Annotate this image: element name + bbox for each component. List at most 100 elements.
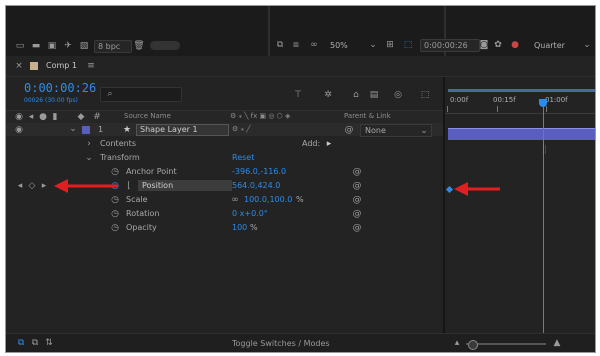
layer-label-color[interactable] <box>82 126 90 134</box>
transform-row[interactable]: ⌄ Transform Reset <box>6 151 443 164</box>
rotation-stopwatch-icon[interactable]: ◷ <box>110 208 120 219</box>
transfer-controls-icon[interactable]: ⧉ <box>30 338 40 348</box>
zoom-out-icon[interactable]: ▴ <box>452 338 462 348</box>
transform-label: Transform <box>100 153 140 162</box>
position-row[interactable]: ◂ ◇ ▸ ◷ ⌊ Position 564.0,424.0 @ <box>6 179 443 192</box>
menu-icon[interactable]: ≡ <box>86 61 96 71</box>
camera-icon[interactable]: ◙ <box>478 39 490 51</box>
layer-index: 1 <box>98 125 104 134</box>
work-area-bar[interactable] <box>448 89 595 92</box>
scale-unit: % <box>296 195 304 204</box>
show-snapshot-icon[interactable]: ✿ <box>492 39 504 51</box>
rotation-row[interactable]: ◷ Rotation 0 x+0.0° @ <box>6 207 443 220</box>
graph-editor-icon[interactable]: ◎ <box>392 89 404 101</box>
scale-row[interactable]: ◷ Scale ∞ 100.0,100.0 % @ <box>6 193 443 206</box>
region-of-interest-icon[interactable]: ⧉ <box>274 39 286 51</box>
next-keyframe-icon[interactable]: ▸ <box>40 180 48 191</box>
position-keyframe[interactable] <box>445 185 454 194</box>
playhead-handle[interactable] <box>539 99 547 107</box>
draft-3d-icon[interactable]: ⊤ <box>292 89 304 101</box>
channel-icon[interactable]: ● <box>509 39 521 51</box>
zoom-slider[interactable] <box>466 340 546 350</box>
reset-link[interactable]: Reset <box>232 151 254 164</box>
scale-pickwhip-icon[interactable]: @ <box>352 194 362 205</box>
rotation-pickwhip-icon[interactable]: @ <box>352 208 362 219</box>
opacity-row[interactable]: ◷ Opacity 100 % @ <box>6 221 443 234</box>
playhead[interactable] <box>543 99 544 334</box>
trash-icon[interactable]: 🗑 <box>133 40 145 52</box>
layer-row[interactable]: ◉ ⌄ 1 ★ Shape Layer 1 ⚙ ⁎ ╱ @ None ⌄ <box>6 123 443 137</box>
toggle-switches-modes[interactable]: Toggle Switches / Modes <box>232 337 330 350</box>
footage-icon[interactable]: ✈ <box>62 40 74 52</box>
opacity-pickwhip-icon[interactable]: @ <box>352 222 362 233</box>
scroll-thumb[interactable] <box>150 41 180 50</box>
position-stopwatch-icon[interactable]: ◷ <box>110 180 120 191</box>
column-headers: ◉ ◂ ● ▮ ◆ # Source Name ⚙ ⁎ ╲ fx ▣ ◎ ⬡ ◈… <box>6 110 443 124</box>
layer-switches-toggle-icon[interactable]: ⧉ <box>16 338 26 348</box>
parent-link-header[interactable]: Parent & Link <box>344 111 391 122</box>
layer-name[interactable]: Shape Layer 1 <box>136 124 229 136</box>
layer-duration-bar[interactable] <box>448 128 595 140</box>
contents-expand-icon[interactable]: › <box>84 138 94 149</box>
composition-icon[interactable]: ▣ <box>46 40 58 52</box>
opacity-value[interactable]: 100 <box>232 221 247 234</box>
comp-tab-bar: × Comp 1 ≡ <box>6 56 595 77</box>
motion-blur-icon[interactable]: ▤ <box>368 89 380 101</box>
snapshot-icon[interactable]: ⧈ <box>290 39 302 51</box>
current-time-field[interactable]: 0:00:00:26 <box>420 39 480 52</box>
shy-layers-icon[interactable]: ✲ <box>322 89 334 101</box>
comp-tab[interactable]: Comp 1 <box>46 60 77 72</box>
rotation-value[interactable]: 0 x+0.0° <box>232 207 268 220</box>
timeline-panel[interactable]: 0:00f 00:15f 01:00f <box>443 77 595 334</box>
pick-whip-icon[interactable]: @ <box>344 124 354 135</box>
resolution-value[interactable]: Quarter <box>534 40 565 52</box>
source-name-header[interactable]: Source Name <box>124 111 171 122</box>
transparency-grid-icon[interactable]: ⬚ <box>402 39 414 51</box>
expand-chevron-icon[interactable]: ⌄ <box>68 124 78 134</box>
contents-row[interactable]: › Contents Add: ▸ <box>6 137 443 150</box>
scale-stopwatch-icon[interactable]: ◷ <box>110 194 120 205</box>
graph-icon[interactable]: ⌊ <box>124 180 134 191</box>
comp-timecode[interactable]: 0:00:00:26 <box>24 81 96 95</box>
position-pickwhip-icon[interactable]: @ <box>352 180 362 191</box>
timeline-header: 0:00:00:26 00026 (30.00 fps) ⌕ ⊤ ✲ ⌂ ▤ ◎… <box>6 77 443 109</box>
in-out-icon[interactable]: ⇅ <box>44 338 54 348</box>
position-label[interactable]: Position <box>138 180 232 191</box>
constrain-link-icon[interactable]: ∞ <box>230 194 240 205</box>
shape-star-icon: ★ <box>122 124 132 135</box>
folder-icon[interactable]: ▬ <box>30 40 42 52</box>
bpc-button[interactable]: 8 bpc <box>94 40 132 53</box>
prev-keyframe-icon[interactable]: ◂ <box>16 180 24 191</box>
frame-blending-icon[interactable]: ⌂ <box>350 89 362 101</box>
zoom-dropdown-chevron-icon[interactable]: ⌄ <box>368 39 378 51</box>
position-value[interactable]: 564.0,424.0 <box>232 179 280 192</box>
visibility-eye-icon[interactable]: ◉ <box>14 125 24 135</box>
color-depth-icon[interactable]: ▧ <box>78 40 90 52</box>
mask-visibility-icon[interactable]: ∞ <box>307 39 321 51</box>
flowchart-icon[interactable]: ▭ <box>14 40 26 52</box>
transform-expand-icon[interactable]: ⌄ <box>84 152 94 163</box>
resolution-dropdown-chevron-icon[interactable]: ⌄ <box>582 39 592 51</box>
add-keyframe-icon[interactable]: ◇ <box>28 180 36 191</box>
zoom-value[interactable]: 50% <box>330 40 348 52</box>
add-icon[interactable]: ▸ <box>324 138 334 149</box>
parent-chevron-icon: ⌄ <box>420 125 428 136</box>
parent-select[interactable]: None ⌄ <box>360 124 432 137</box>
brainstorm-icon[interactable]: ⬚ <box>419 89 431 101</box>
eye-icon: ◉ <box>15 112 23 122</box>
search-input[interactable]: ⌕ <box>100 87 182 102</box>
anchor-value[interactable]: -396.0,-116.0 <box>232 165 286 178</box>
anchor-point-row[interactable]: ◷ Anchor Point -396.0,-116.0 @ <box>6 165 443 178</box>
opacity-stopwatch-icon[interactable]: ◷ <box>110 222 120 233</box>
anchor-stopwatch-icon[interactable]: ◷ <box>110 166 120 177</box>
scale-value[interactable]: 100.0,100.0 <box>244 193 292 206</box>
grid-icon[interactable]: ⊞ <box>384 39 396 51</box>
anchor-pickwhip-icon[interactable]: @ <box>352 166 362 177</box>
zoom-slider-handle[interactable] <box>468 340 478 350</box>
layer-switches[interactable]: ⚙ ⁎ ╱ <box>232 124 250 135</box>
close-icon[interactable]: × <box>14 61 24 71</box>
zoom-in-icon[interactable]: ▲ <box>552 338 562 348</box>
time-ruler[interactable]: 0:00f 00:15f 01:00f <box>445 91 595 114</box>
opacity-label: Opacity <box>126 223 157 232</box>
audio-icon: ◂ <box>28 112 34 122</box>
